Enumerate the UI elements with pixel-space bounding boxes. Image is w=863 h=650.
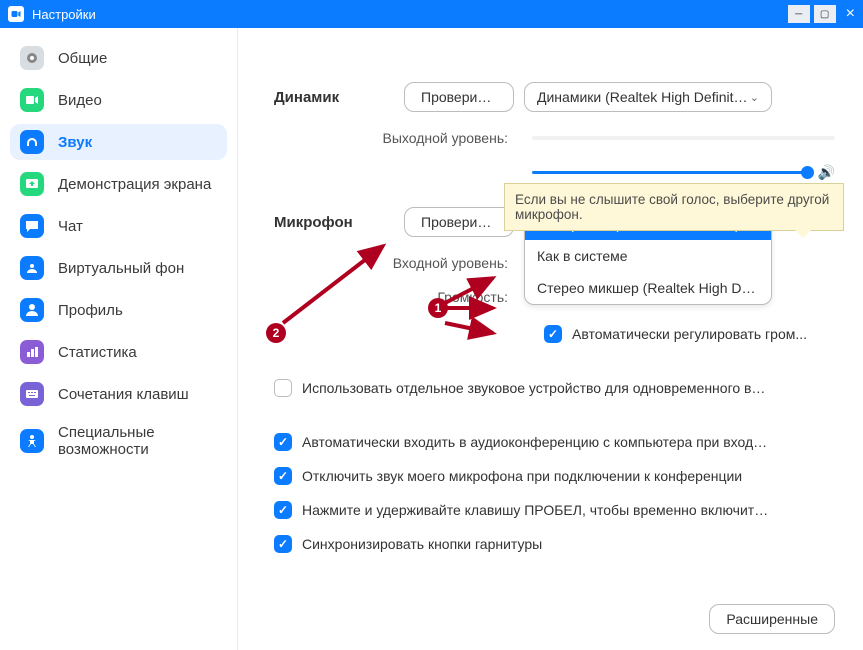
sidebar-item-vbg[interactable]: Виртуальный фон — [10, 250, 227, 286]
sidebar-item-label: Звук — [58, 134, 92, 151]
mic-option-2[interactable]: Стерео микшер (Realtek High Definiti... — [525, 272, 771, 304]
mic-option-1[interactable]: Как в системе — [525, 240, 771, 272]
sync-headset-checkbox[interactable] — [274, 535, 292, 553]
mute-on-join-label: Отключить звук моего микрофона при подкл… — [302, 468, 742, 484]
sidebar-item-share[interactable]: Демонстрация экрана — [10, 166, 227, 202]
keyboard-icon — [20, 382, 44, 406]
virtual-bg-icon — [20, 256, 44, 280]
auto-join-audio-checkbox[interactable] — [274, 433, 292, 451]
push-to-talk-label: Нажмите и удерживайте клавишу ПРОБЕЛ, чт… — [302, 502, 772, 518]
sidebar-item-audio[interactable]: Звук — [10, 124, 227, 160]
output-level-meter — [532, 136, 835, 140]
window-title: Настройки — [32, 7, 96, 22]
separate-device-label: Использовать отдельное звуковое устройст… — [302, 380, 772, 396]
annotation-arrow — [443, 318, 503, 348]
sync-headset-label: Синхронизировать кнопки гарнитуры — [302, 536, 542, 552]
input-level-label: Входной уровень: — [274, 255, 520, 271]
sidebar-item-label: Сочетания клавиш — [58, 386, 189, 403]
sidebar-item-label: Специальные возможности — [58, 424, 217, 459]
sidebar-item-stats[interactable]: Статистика — [10, 334, 227, 370]
speaker-device-select[interactable]: Динамики (Realtek High Definitio... ⌄ — [524, 82, 772, 112]
sidebar-item-shortcuts[interactable]: Сочетания клавиш — [10, 376, 227, 412]
test-speaker-button[interactable]: Проверить ... — [404, 82, 514, 112]
mic-volume-label: Громкость: — [274, 289, 520, 305]
share-screen-icon — [20, 172, 44, 196]
test-mic-button[interactable]: Проверить ... — [404, 207, 514, 237]
minimize-button[interactable]: ─ — [788, 5, 810, 23]
auto-join-audio-label: Автоматически входить в аудиоконференцию… — [302, 434, 772, 450]
sidebar-item-label: Чат — [58, 218, 83, 235]
mute-on-join-checkbox[interactable] — [274, 467, 292, 485]
advanced-button[interactable]: Расширенные — [709, 604, 835, 634]
speaker-volume-slider[interactable] — [532, 171, 808, 174]
mic-label: Микрофон — [274, 214, 404, 231]
auto-mic-level-label: Автоматически регулировать гром... — [572, 326, 807, 342]
gear-icon — [20, 46, 44, 70]
speaker-device-value: Динамики (Realtek High Definitio... — [537, 89, 750, 105]
sidebar-item-general[interactable]: Общие — [10, 40, 227, 76]
headphones-icon — [20, 130, 44, 154]
maximize-button[interactable]: ▢ — [814, 5, 836, 23]
annotation-arrow — [278, 228, 398, 328]
sidebar-item-video[interactable]: Видео — [10, 82, 227, 118]
auto-mic-level-checkbox[interactable] — [544, 325, 562, 343]
chat-icon — [20, 214, 44, 238]
separate-device-checkbox[interactable] — [274, 379, 292, 397]
mic-tooltip: Если вы не слышите свой голос, выберите … — [504, 183, 844, 231]
sidebar-item-chat[interactable]: Чат — [10, 208, 227, 244]
accessibility-icon — [20, 429, 44, 453]
profile-icon — [20, 298, 44, 322]
chevron-down-icon: ⌄ — [750, 91, 759, 104]
speaker-label: Динамик — [274, 89, 404, 106]
app-icon — [8, 6, 24, 22]
speaker-volume-icon: 🔊 — [818, 164, 835, 181]
stats-icon — [20, 340, 44, 364]
sidebar-item-label: Видео — [58, 92, 102, 109]
push-to-talk-checkbox[interactable] — [274, 501, 292, 519]
video-icon — [20, 88, 44, 112]
sidebar: Общие Видео Звук Демонстрация экрана Чат… — [0, 28, 238, 650]
content-pane: Динамик Проверить ... Динамики (Realtek … — [238, 28, 863, 650]
output-level-label: Выходной уровень: — [274, 130, 520, 146]
annotation-marker-1: 1 — [428, 298, 448, 318]
sidebar-item-label: Общие — [58, 50, 107, 67]
slider-thumb[interactable] — [801, 166, 814, 179]
annotation-marker-2: 2 — [266, 323, 286, 343]
sidebar-item-accessibility[interactable]: Специальные возможности — [10, 418, 227, 465]
sidebar-item-label: Виртуальный фон — [58, 260, 184, 277]
close-button[interactable]: × — [846, 5, 855, 23]
sidebar-item-label: Профиль — [58, 302, 123, 319]
sidebar-item-label: Демонстрация экрана — [58, 176, 211, 193]
sidebar-item-profile[interactable]: Профиль — [10, 292, 227, 328]
titlebar: Настройки ─ ▢ × — [0, 0, 863, 28]
sidebar-item-label: Статистика — [58, 344, 137, 361]
